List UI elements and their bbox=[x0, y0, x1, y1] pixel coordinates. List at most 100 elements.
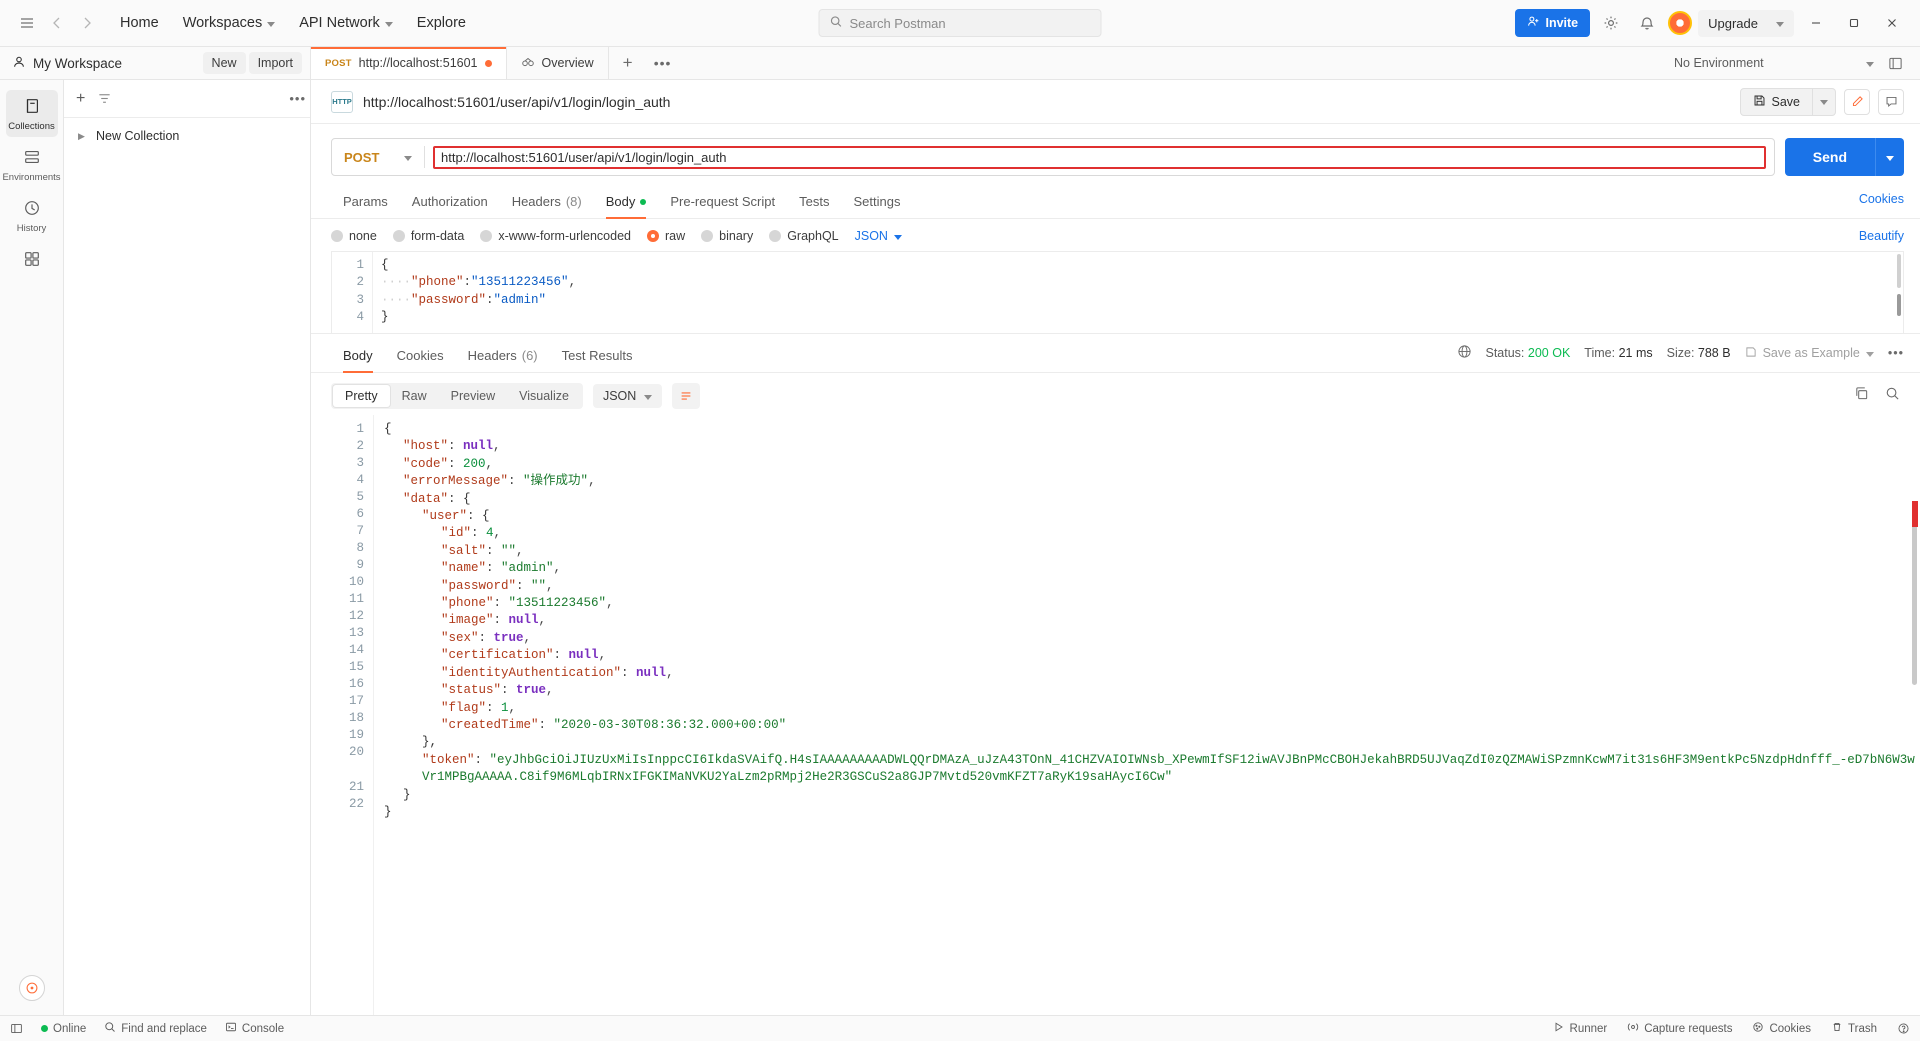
http-method-selector[interactable]: POST bbox=[332, 139, 424, 175]
runner-button[interactable]: Runner bbox=[1553, 1021, 1608, 1036]
radio-label: none bbox=[349, 229, 377, 243]
tabs-more-button[interactable]: ••• bbox=[647, 47, 679, 79]
bell-icon[interactable] bbox=[1632, 8, 1662, 38]
sidebar-more-button[interactable]: ••• bbox=[289, 91, 306, 106]
save-as-example-button[interactable]: Save as Example bbox=[1745, 346, 1874, 361]
arrow-left-icon[interactable] bbox=[42, 8, 72, 38]
window-restore-icon[interactable] bbox=[1838, 8, 1870, 38]
online-status[interactable]: Online bbox=[41, 1023, 86, 1035]
body-type-graphql[interactable]: GraphQL bbox=[769, 229, 838, 243]
collection-node-new-collection[interactable]: ▶ New Collection bbox=[64, 124, 310, 148]
invite-button[interactable]: Invite bbox=[1515, 9, 1590, 37]
window-close-icon[interactable] bbox=[1876, 8, 1908, 38]
view-mode-pretty[interactable]: Pretty bbox=[333, 385, 390, 407]
menu-item-home[interactable]: Home bbox=[108, 9, 171, 37]
window-minimize-icon[interactable] bbox=[1800, 8, 1832, 38]
save-options-caret[interactable] bbox=[1813, 88, 1836, 116]
trash-button[interactable]: Trash bbox=[1831, 1021, 1877, 1036]
pencil-icon[interactable] bbox=[1844, 89, 1870, 115]
body-type-form-data[interactable]: form-data bbox=[393, 229, 465, 243]
comment-icon[interactable] bbox=[1878, 89, 1904, 115]
response-tab-test-results[interactable]: Test Results bbox=[550, 342, 645, 372]
environment-selector[interactable]: No Environment bbox=[1674, 56, 1874, 70]
response-format-selector[interactable]: JSON bbox=[593, 384, 662, 408]
body-type-x-www-form-urlencoded[interactable]: x-www-form-urlencoded bbox=[480, 229, 631, 243]
view-mode-visualize[interactable]: Visualize bbox=[507, 385, 581, 407]
request-editor-scrollbar[interactable] bbox=[1897, 254, 1901, 288]
response-tab-cookies[interactable]: Cookies bbox=[385, 342, 456, 372]
response-scrollbar-thumb[interactable] bbox=[1912, 505, 1917, 685]
upgrade-button[interactable]: Upgrade bbox=[1698, 10, 1794, 37]
tab-pre-request-script[interactable]: Pre-request Script bbox=[658, 188, 787, 218]
hamburger-icon[interactable] bbox=[12, 8, 42, 38]
response-more-button[interactable]: ••• bbox=[1888, 346, 1904, 360]
find-and-replace-button[interactable]: Find and replace bbox=[104, 1021, 207, 1036]
cookies-button[interactable]: Cookies bbox=[1752, 1021, 1811, 1036]
view-mode-raw[interactable]: Raw bbox=[390, 385, 439, 407]
capture-requests-button[interactable]: Capture requests bbox=[1627, 1021, 1732, 1036]
body-type-none[interactable]: none bbox=[331, 229, 377, 243]
search-icon bbox=[104, 1021, 116, 1036]
gear-icon[interactable] bbox=[1596, 8, 1626, 38]
response-code[interactable]: {"host": null,"code": 200,"errorMessage"… bbox=[373, 415, 1920, 1015]
code-token: "host" bbox=[403, 439, 448, 453]
rail-item-apps[interactable] bbox=[6, 243, 58, 276]
response-body-viewer[interactable]: 12345678910111213141516171819202122 {"ho… bbox=[311, 415, 1920, 1015]
response-tab-body[interactable]: Body bbox=[331, 342, 385, 372]
code-token: { bbox=[482, 509, 490, 523]
filter-icon[interactable] bbox=[97, 91, 112, 106]
request-editor-code[interactable]: {····"phone":"13511223456",····"password… bbox=[372, 252, 1903, 333]
code-token: , bbox=[606, 596, 614, 610]
sidebar-toggle-icon[interactable] bbox=[10, 1022, 23, 1035]
cookies-link[interactable]: Cookies bbox=[1859, 192, 1904, 215]
view-mode-preview[interactable]: Preview bbox=[439, 385, 507, 407]
help-circle-icon[interactable] bbox=[1897, 1021, 1910, 1036]
tab-settings[interactable]: Settings bbox=[841, 188, 912, 218]
wrap-lines-icon[interactable] bbox=[672, 383, 700, 409]
request-tab-post-localhost[interactable]: POST http://localhost:51601 bbox=[311, 47, 507, 79]
copy-icon[interactable] bbox=[1854, 386, 1869, 406]
global-search-box[interactable]: Search Postman bbox=[819, 9, 1102, 37]
menu-item-workspaces[interactable]: Workspaces bbox=[171, 9, 288, 37]
arrow-right-icon[interactable] bbox=[72, 8, 102, 38]
send-options-caret[interactable] bbox=[1875, 138, 1904, 176]
code-token: "flag" bbox=[441, 701, 486, 715]
avatar[interactable] bbox=[1668, 11, 1692, 35]
new-button[interactable]: New bbox=[203, 52, 246, 74]
search-icon[interactable] bbox=[1885, 386, 1900, 406]
menu-item-api-network[interactable]: API Network bbox=[287, 9, 405, 37]
import-button[interactable]: Import bbox=[249, 52, 302, 74]
send-button[interactable]: Send bbox=[1785, 138, 1875, 176]
rail-item-history[interactable]: History bbox=[6, 192, 58, 239]
save-button[interactable]: Save bbox=[1740, 88, 1814, 116]
tab-body[interactable]: Body bbox=[594, 188, 659, 218]
tab-params[interactable]: Params bbox=[331, 188, 400, 218]
tab-headers[interactable]: Headers(8) bbox=[500, 188, 594, 218]
radio-label: binary bbox=[719, 229, 753, 243]
url-input[interactable] bbox=[433, 146, 1766, 169]
menu-item-explore[interactable]: Explore bbox=[405, 9, 478, 37]
raw-format-selector[interactable]: JSON bbox=[855, 229, 902, 243]
sidebar-search-input[interactable] bbox=[120, 92, 281, 106]
workspace-selector[interactable]: My Workspace bbox=[12, 55, 122, 72]
new-tab-button[interactable]: + bbox=[609, 47, 647, 79]
console-button[interactable]: Console bbox=[225, 1021, 284, 1036]
plus-icon[interactable]: + bbox=[72, 90, 89, 108]
body-type-binary[interactable]: binary bbox=[701, 229, 753, 243]
rail-item-environments[interactable]: Environments bbox=[6, 141, 58, 188]
request-editor-scrollbar-thumb[interactable] bbox=[1897, 294, 1901, 316]
tab-authorization[interactable]: Authorization bbox=[400, 188, 500, 218]
request-title[interactable]: http://localhost:51601/user/api/v1/login… bbox=[363, 94, 670, 110]
line-number: 17 bbox=[331, 693, 364, 710]
request-tab-overview[interactable]: Overview bbox=[507, 47, 609, 79]
tab-count: (6) bbox=[522, 348, 538, 363]
beautify-button[interactable]: Beautify bbox=[1859, 229, 1904, 243]
eye-icon[interactable] bbox=[1880, 48, 1910, 78]
body-type-raw[interactable]: raw bbox=[647, 229, 685, 243]
code-line: } bbox=[381, 309, 1903, 326]
tab-tests[interactable]: Tests bbox=[787, 188, 841, 218]
response-tab-headers[interactable]: Headers(6) bbox=[456, 342, 550, 372]
help-circle-icon[interactable] bbox=[19, 975, 45, 1001]
rail-item-collections[interactable]: Collections bbox=[6, 90, 58, 137]
request-body-editor[interactable]: 1234 {····"phone":"13511223456",····"pas… bbox=[331, 251, 1904, 333]
